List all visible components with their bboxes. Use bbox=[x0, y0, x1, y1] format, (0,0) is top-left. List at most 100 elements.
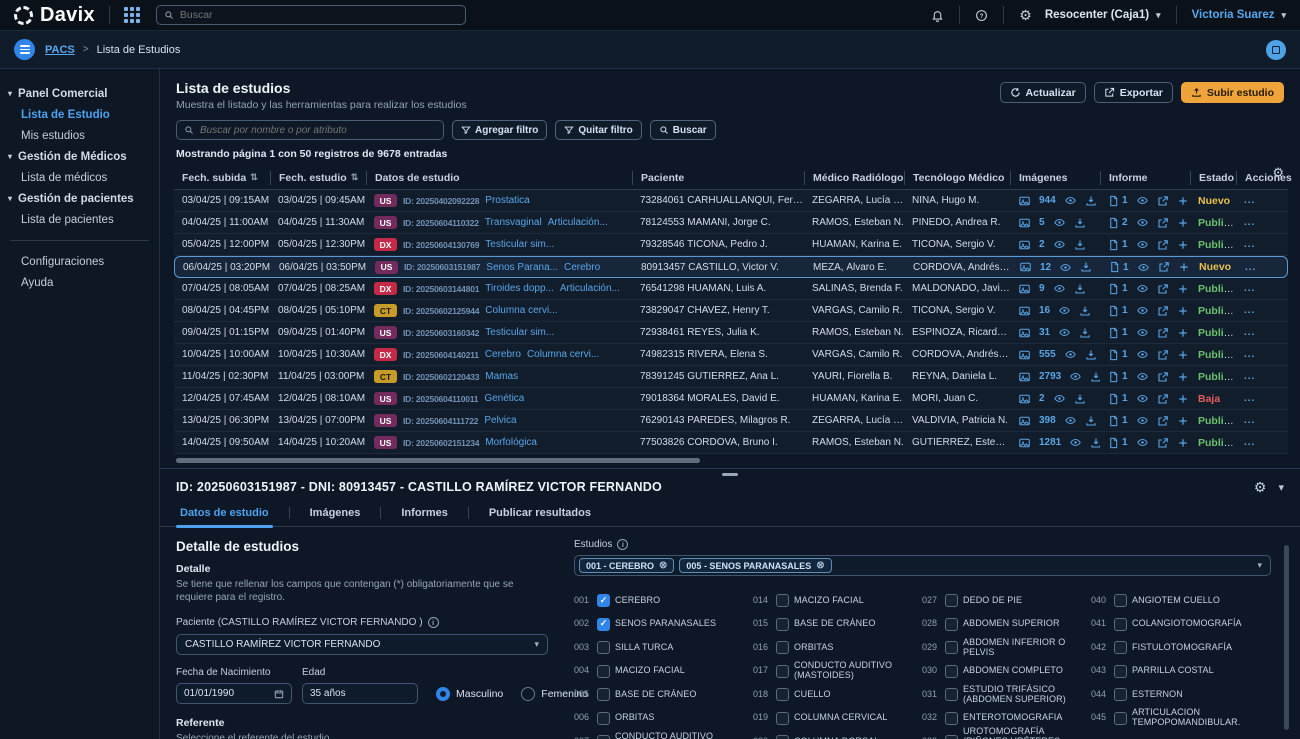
download-images-icon[interactable] bbox=[1074, 239, 1086, 251]
download-images-icon[interactable] bbox=[1079, 327, 1091, 339]
checkbox-unchecked[interactable] bbox=[945, 664, 958, 678]
checkbox-unchecked[interactable] bbox=[597, 711, 610, 725]
view-report-icon[interactable] bbox=[1136, 195, 1149, 206]
row-actions-button[interactable]: ... bbox=[1237, 262, 1277, 273]
view-images-icon[interactable] bbox=[1069, 437, 1082, 448]
add-report-icon[interactable] bbox=[1177, 349, 1189, 361]
panel-toggle-icon[interactable] bbox=[1266, 39, 1286, 60]
tab-publicar-resultados[interactable]: Publicar resultados bbox=[485, 500, 595, 527]
checkbox-unchecked[interactable] bbox=[597, 735, 610, 739]
studies-multiselect[interactable]: 001 - CEREBRO ⊗ 005 - SENOS PARANASALES ⊗ ▾ bbox=[574, 555, 1271, 576]
global-search-input[interactable] bbox=[179, 9, 458, 21]
send-report-icon[interactable] bbox=[1157, 415, 1169, 427]
sidebar-item-lista-de-estudio[interactable]: Lista de Estudio bbox=[0, 104, 159, 125]
row-actions-button[interactable]: ... bbox=[1236, 305, 1276, 316]
checkbox-unchecked[interactable] bbox=[776, 617, 789, 631]
checkbox-unchecked[interactable] bbox=[1114, 617, 1127, 631]
checkbox-unchecked[interactable] bbox=[597, 688, 610, 702]
study-link[interactable]: Tiroides dopp... bbox=[485, 283, 554, 294]
checkbox-checked[interactable]: ✓ bbox=[597, 617, 610, 631]
study-link[interactable]: Columna cervi... bbox=[485, 305, 557, 316]
row-actions-button[interactable]: ... bbox=[1236, 371, 1276, 382]
study-link[interactable]: Cerebro bbox=[485, 349, 521, 360]
table-row[interactable]: 05/04/25 | 12:00PM 05/04/25 | 12:30PM DX ID… bbox=[174, 234, 1288, 256]
table-row[interactable]: 06/04/25 | 03:20PM 06/04/25 | 03:50PM US ID… bbox=[174, 256, 1288, 278]
sidebar-group-0[interactable]: ▾ Panel Comercial bbox=[0, 83, 159, 104]
study-link[interactable]: Articulación... bbox=[548, 217, 608, 228]
view-report-icon[interactable] bbox=[1136, 371, 1149, 382]
send-report-icon[interactable] bbox=[1157, 371, 1169, 383]
menu-button[interactable] bbox=[14, 39, 35, 60]
checkbox-unchecked[interactable] bbox=[945, 617, 958, 631]
send-report-icon[interactable] bbox=[1157, 305, 1169, 317]
davix-logo[interactable]: Davix bbox=[14, 4, 95, 27]
tab-informes[interactable]: Informes bbox=[397, 500, 451, 527]
bell-icon[interactable] bbox=[931, 9, 944, 22]
add-report-icon[interactable] bbox=[1177, 217, 1189, 229]
remove-tag-icon[interactable]: ⊗ bbox=[659, 560, 667, 571]
send-report-icon[interactable] bbox=[1157, 327, 1169, 339]
sort-arrows-icon[interactable]: ⇅ bbox=[250, 172, 258, 183]
add-report-icon[interactable] bbox=[1177, 415, 1189, 427]
apps-grid-icon[interactable] bbox=[123, 7, 140, 23]
download-images-icon[interactable] bbox=[1090, 371, 1100, 383]
view-report-icon[interactable] bbox=[1136, 415, 1149, 426]
column-header-8[interactable]: Estado bbox=[1190, 170, 1236, 185]
sidebar-item-ayuda[interactable]: Ayuda bbox=[0, 272, 159, 293]
row-actions-button[interactable]: ... bbox=[1236, 217, 1276, 228]
view-report-icon[interactable] bbox=[1136, 305, 1149, 316]
export-button[interactable]: Exportar bbox=[1093, 82, 1173, 103]
collapse-chevron-icon[interactable]: ▾ bbox=[1278, 481, 1284, 494]
table-row[interactable]: 09/04/25 | 01:15PM 09/04/25 | 01:40PM US ID… bbox=[174, 322, 1288, 344]
checkbox-unchecked[interactable] bbox=[945, 735, 958, 739]
download-images-icon[interactable] bbox=[1085, 415, 1097, 427]
search-button[interactable]: Buscar bbox=[649, 120, 716, 140]
add-report-icon[interactable] bbox=[1177, 305, 1189, 317]
checkbox-unchecked[interactable] bbox=[945, 711, 958, 725]
view-report-icon[interactable] bbox=[1136, 327, 1149, 338]
send-report-icon[interactable] bbox=[1157, 283, 1169, 295]
download-images-icon[interactable] bbox=[1085, 349, 1097, 361]
row-actions-button[interactable]: ... bbox=[1236, 327, 1276, 338]
study-link[interactable]: Senos Parana... bbox=[486, 262, 558, 273]
table-search-input[interactable] bbox=[200, 124, 436, 136]
add-report-icon[interactable] bbox=[1177, 195, 1189, 207]
scrollbar-thumb[interactable] bbox=[176, 458, 700, 463]
row-actions-button[interactable]: ... bbox=[1236, 349, 1276, 360]
study-link[interactable]: Cerebro bbox=[564, 262, 600, 273]
add-report-icon[interactable] bbox=[1177, 239, 1189, 251]
checkbox-unchecked[interactable] bbox=[776, 664, 789, 678]
global-search[interactable] bbox=[155, 5, 466, 25]
tab-datos-de-estudio[interactable]: Datos de estudio bbox=[176, 500, 273, 528]
refresh-button[interactable]: Actualizar bbox=[999, 82, 1086, 103]
row-actions-button[interactable]: ... bbox=[1236, 283, 1276, 294]
sidebar-item-mis-estudios[interactable]: Mis estudios bbox=[0, 125, 159, 146]
add-report-icon[interactable] bbox=[1177, 393, 1189, 405]
send-report-icon[interactable] bbox=[1157, 217, 1169, 229]
add-filter-button[interactable]: Agregar filtro bbox=[452, 120, 548, 140]
study-link[interactable]: Mamas bbox=[485, 371, 518, 382]
study-link[interactable]: Columna cervi... bbox=[527, 349, 599, 360]
table-search[interactable] bbox=[176, 120, 444, 140]
view-report-icon[interactable] bbox=[1136, 283, 1149, 294]
checkbox-unchecked[interactable] bbox=[1114, 688, 1127, 702]
column-header-9[interactable]: Acciones bbox=[1236, 170, 1292, 185]
checkbox-unchecked[interactable] bbox=[945, 594, 958, 608]
view-images-icon[interactable] bbox=[1059, 262, 1072, 273]
add-report-icon[interactable] bbox=[1177, 327, 1189, 339]
detail-settings-gear-icon[interactable]: ⚙ bbox=[1254, 480, 1267, 494]
sidebar-item-lista-de-médicos[interactable]: Lista de médicos bbox=[0, 167, 159, 188]
view-images-icon[interactable] bbox=[1053, 217, 1066, 228]
table-row[interactable]: 13/04/25 | 06:30PM 13/04/25 | 07:00PM US ID… bbox=[174, 410, 1288, 432]
remove-filter-button[interactable]: Quitar filtro bbox=[555, 120, 642, 140]
download-images-icon[interactable] bbox=[1080, 261, 1092, 273]
view-images-icon[interactable] bbox=[1053, 239, 1066, 250]
view-report-icon[interactable] bbox=[1136, 239, 1149, 250]
patient-select[interactable]: CASTILLO RAMÍREZ VICTOR FERNANDO ▾ bbox=[176, 634, 548, 655]
column-header-3[interactable]: Paciente bbox=[632, 170, 804, 185]
view-images-icon[interactable] bbox=[1064, 415, 1077, 426]
send-report-icon[interactable] bbox=[1157, 239, 1169, 251]
view-report-icon[interactable] bbox=[1136, 393, 1149, 404]
column-header-0[interactable]: Fech. subida ⇅ bbox=[174, 171, 270, 185]
study-link[interactable]: Transvaginal bbox=[485, 217, 542, 228]
